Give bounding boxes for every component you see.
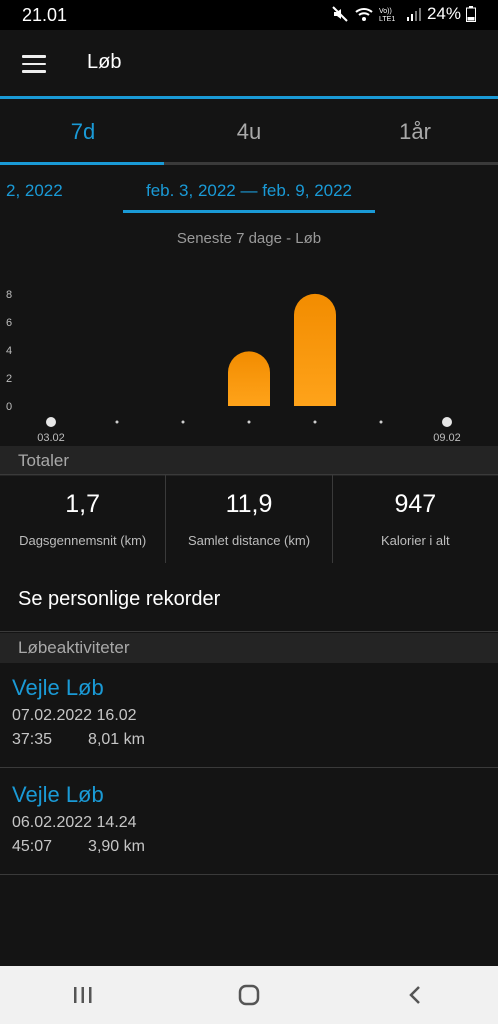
- status-icons: Vo)) LTE1 24%: [331, 4, 476, 24]
- battery-percent: 24%: [426, 4, 461, 23]
- home-button[interactable]: [219, 975, 279, 1015]
- x-tick-dot: [379, 420, 383, 424]
- records-divider: [0, 631, 498, 632]
- page-title: Løb: [87, 51, 122, 73]
- x-tick-dot: [247, 420, 251, 424]
- x-tick-dot: [181, 420, 185, 424]
- menu-icon-bar: [22, 55, 46, 58]
- wifi-icon: [355, 8, 373, 21]
- bar-06.02: [228, 351, 270, 406]
- stat-label: Dagsgennemsnit (km): [19, 533, 147, 548]
- svg-text:Vo)): Vo)): [379, 8, 392, 15]
- activity-divider: [0, 874, 498, 875]
- stat-value: 1,7: [65, 490, 101, 518]
- y-tick-label: 2: [6, 373, 12, 385]
- stat-total-distance: 11,9 Samlet distance (km): [166, 475, 333, 563]
- recent-apps-icon: [74, 987, 92, 1003]
- activity-duration: 37:35: [12, 731, 53, 748]
- y-tick-label: 4: [6, 345, 12, 357]
- status-bar: 21.01 Vo)) LTE1 24%: [0, 0, 498, 30]
- stat-label: Kalorier i alt: [381, 533, 450, 548]
- tab-indicator: [0, 162, 164, 165]
- chart-title: Seneste 7 dage - Løb: [176, 230, 322, 247]
- activity-meta: 45:07 3,90 km: [12, 838, 498, 856]
- activity-meta: 37:35 8,01 km: [12, 731, 498, 749]
- back-button[interactable]: [385, 975, 445, 1015]
- battery-icon: [466, 6, 476, 22]
- activity-date: 06.02.2022 14.24: [12, 814, 137, 831]
- x-tick-dot: [46, 417, 56, 427]
- x-tick-label: 09.02: [433, 432, 461, 444]
- back-icon: [409, 986, 420, 1004]
- period-tabs: 7d 4u 1år: [0, 99, 498, 165]
- bar-07.02: [294, 293, 336, 406]
- previous-range[interactable]: 2, 2022: [6, 181, 63, 201]
- y-tick-label: 6: [6, 317, 12, 329]
- menu-icon-bar: [22, 62, 46, 66]
- status-time: 21.01: [22, 5, 68, 25]
- x-tick-dot: [115, 420, 119, 424]
- totals-header: Totaler: [0, 446, 498, 476]
- lte-icon: Vo)) LTE1: [379, 8, 395, 23]
- tab-7d[interactable]: 7d: [0, 99, 166, 165]
- activity-duration: 45:07: [12, 838, 53, 855]
- system-nav-bar: [0, 966, 498, 1024]
- signal-icon: [406, 8, 421, 21]
- stat-value: 947: [394, 490, 437, 518]
- mute-icon: [332, 6, 348, 22]
- activity-distance: 8,01 km: [88, 731, 145, 748]
- activity-item[interactable]: Vejle Løb 06.02.2022 14.24 45:07 3,90 km: [0, 770, 498, 875]
- recent-apps-button[interactable]: [53, 975, 113, 1015]
- activities-header: Løbeaktiviteter: [0, 633, 498, 663]
- x-tick-dot: [442, 417, 452, 427]
- x-tick-dot: [313, 420, 317, 424]
- y-tick-label: 8: [6, 289, 12, 301]
- x-tick-label: 03.02: [37, 432, 65, 444]
- stat-label: Samlet distance (km): [187, 533, 311, 548]
- current-range[interactable]: feb. 3, 2022 — feb. 9, 2022: [123, 181, 375, 201]
- activity-date: 07.02.2022 16.02: [12, 707, 137, 724]
- activity-divider: [0, 767, 498, 768]
- current-range-underline: [123, 210, 375, 213]
- activity-title: Vejle Løb: [12, 782, 104, 807]
- stat-value: 11,9: [225, 490, 273, 518]
- activity-title: Vejle Løb: [12, 675, 104, 700]
- personal-records-link[interactable]: Se personlige rekorder: [0, 568, 498, 630]
- stat-calories: 947 Kalorier i alt: [333, 475, 498, 563]
- tab-4u[interactable]: 4u: [166, 99, 332, 165]
- weekly-run-chart: 8 6 4 2 0 03.02 09.02: [6, 289, 461, 444]
- app-bar: Løb: [0, 30, 498, 97]
- svg-text:LTE1: LTE1: [379, 16, 395, 23]
- tab-1ar[interactable]: 1år: [332, 99, 498, 165]
- menu-button[interactable]: [14, 44, 54, 84]
- menu-icon-bar: [22, 70, 46, 73]
- activity-distance: 3,90 km: [88, 838, 145, 855]
- totals-stats: 1,7 Dagsgennemsnit (km) 11,9 Samlet dist…: [0, 475, 498, 563]
- home-icon: [238, 984, 260, 1006]
- stat-daily-average: 1,7 Dagsgennemsnit (km): [0, 475, 167, 563]
- activity-item[interactable]: Vejle Løb 07.02.2022 16.02 37:35 8,01 km: [0, 663, 498, 768]
- y-tick-label: 0: [6, 401, 12, 413]
